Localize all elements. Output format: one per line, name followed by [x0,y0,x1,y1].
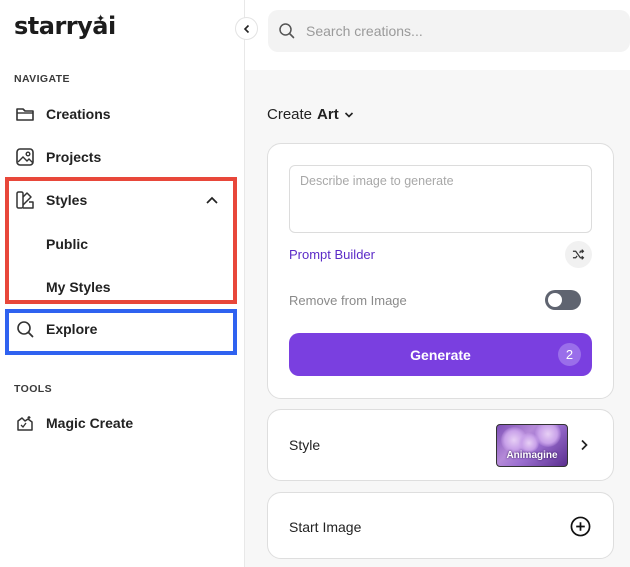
sparkle-icon: ✦ [96,13,106,25]
navigate-section-label: NAVIGATE [14,73,70,85]
create-mode: Art [317,106,339,123]
collapse-sidebar-button[interactable] [235,17,258,40]
create-mode-dropdown[interactable]: Create Art [267,106,354,123]
style-thumbnail[interactable]: Animagine [496,424,568,467]
style-thumbnail-label: Animagine [506,450,558,461]
style-label: Style [289,437,321,453]
highlight-box-styles [5,177,237,304]
chevron-left-icon [243,24,249,33]
shuffle-prompt-button[interactable] [565,241,592,268]
search-input[interactable] [306,23,606,39]
prompt-builder-link[interactable]: Prompt Builder [289,247,375,262]
search-icon [279,23,295,39]
sidebar-item-magic-create[interactable]: Magic Create [14,409,133,437]
remove-from-image-toggle[interactable] [545,290,581,310]
chevron-down-icon [344,111,353,118]
app-root: starryai ✦ NAVIGATE Creations Projects S… [0,0,630,567]
sidebar-item-projects[interactable]: Projects [14,143,101,171]
sidebar-item-label: Projects [46,149,102,165]
highlight-box-explore [5,309,237,355]
sidebar-item-creations[interactable]: Creations [14,100,111,128]
generate-count-badge: 2 [558,343,581,366]
create-prefix: Create [267,106,313,123]
image-icon [14,146,36,168]
sidebar-item-label: Magic Create [46,415,134,431]
add-circle-icon[interactable] [570,516,591,537]
sidebar-item-label: Creations [46,106,111,122]
toggle-knob [548,293,562,307]
remove-from-image-label: Remove from Image [289,293,407,308]
search-bar[interactable] [268,10,630,52]
shuffle-icon [572,249,585,260]
start-image-label: Start Image [289,519,362,535]
prompt-input[interactable] [289,165,592,233]
tools-section-label: TOOLS [14,383,52,395]
magic-create-icon [14,412,36,434]
chevron-right-icon[interactable] [578,438,590,452]
sidebar: starryai ✦ NAVIGATE Creations Projects S… [0,0,245,567]
generate-button[interactable]: Generate [289,333,592,376]
folder-icon [14,103,36,125]
